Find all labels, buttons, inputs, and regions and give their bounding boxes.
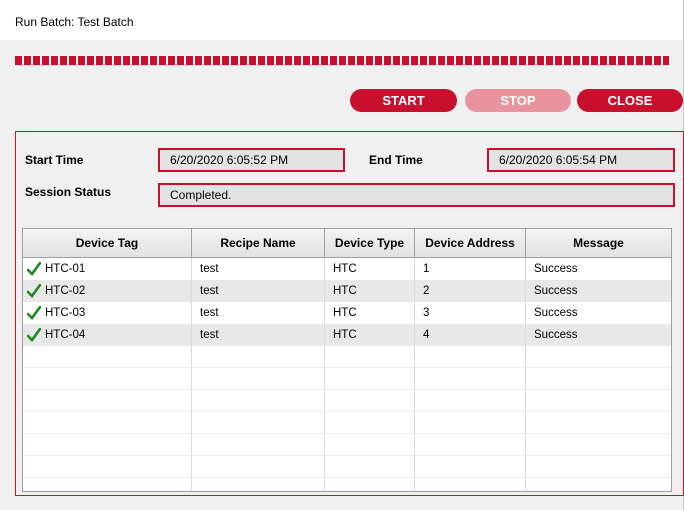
empty-row (23, 412, 671, 434)
device-address-cell: 1 (415, 258, 526, 280)
progress-bar (15, 56, 669, 66)
message-cell: Success (534, 263, 578, 275)
progress-fill (15, 56, 669, 65)
device-type-cell: HTC (325, 280, 415, 302)
column-header-device-address[interactable]: Device Address (415, 229, 526, 257)
empty-row (23, 478, 671, 491)
device-tag-text: HTC-03 (45, 307, 86, 319)
empty-row (23, 456, 671, 478)
start-button[interactable]: START (350, 89, 457, 112)
session-status-label: Session Status (25, 185, 112, 199)
column-header-device-type[interactable]: Device Type (325, 229, 415, 257)
message-cell: Success (534, 307, 578, 319)
device-table: Device Tag Recipe Name Device Type Devic… (22, 228, 672, 492)
close-button[interactable]: CLOSE (577, 89, 683, 112)
device-tag-text: HTC-04 (45, 329, 86, 341)
device-tag-text: HTC-02 (45, 285, 86, 297)
table-row[interactable]: HTC-01 test HTC 1 Success (23, 258, 671, 280)
column-header-recipe-name[interactable]: Recipe Name (192, 229, 325, 257)
device-address-cell: 2 (415, 280, 526, 302)
table-header: Device Tag Recipe Name Device Type Devic… (23, 229, 671, 258)
device-tag-cell: HTC-01 (23, 258, 192, 280)
empty-row (23, 434, 671, 456)
table-row[interactable]: HTC-03 test HTC 3 Success (23, 302, 671, 324)
empty-row (23, 368, 671, 390)
run-batch-window: Run Batch: Test Batch START STOP CLOSE S… (0, 0, 684, 510)
message-cell: Success (534, 329, 578, 341)
message-cell: Success (534, 285, 578, 297)
table-row[interactable]: HTC-02 test HTC 2 Success (23, 280, 671, 302)
device-address-cell: 4 (415, 324, 526, 346)
recipe-name-cell: test (192, 280, 325, 302)
device-address-cell: 3 (415, 302, 526, 324)
recipe-name-cell: test (192, 258, 325, 280)
table-row[interactable]: HTC-04 test HTC 4 Success (23, 324, 671, 346)
device-tag-cell: HTC-02 (23, 280, 192, 302)
device-tag-cell: HTC-03 (23, 302, 192, 324)
device-tag-text: HTC-01 (45, 263, 86, 275)
recipe-name-cell: test (192, 302, 325, 324)
column-header-device-tag[interactable]: Device Tag (23, 229, 192, 257)
checkmark-icon (27, 283, 41, 298)
device-type-cell: HTC (325, 324, 415, 346)
empty-row (23, 390, 671, 412)
start-time-field: 6/20/2020 6:05:52 PM (158, 148, 345, 172)
title-bar: Run Batch: Test Batch (0, 0, 683, 40)
checkmark-icon (27, 261, 41, 276)
device-type-cell: HTC (325, 302, 415, 324)
empty-row (23, 346, 671, 368)
column-header-message[interactable]: Message (526, 229, 671, 257)
checkmark-icon (27, 305, 41, 320)
window-title: Run Batch: Test Batch (15, 15, 134, 29)
start-time-label: Start Time (25, 153, 84, 167)
end-time-field: 6/20/2020 6:05:54 PM (487, 148, 675, 172)
device-type-cell: HTC (325, 258, 415, 280)
recipe-name-cell: test (192, 324, 325, 346)
session-status-field: Completed. (158, 183, 675, 207)
device-tag-cell: HTC-04 (23, 324, 192, 346)
stop-button[interactable]: STOP (465, 89, 571, 112)
checkmark-icon (27, 327, 41, 342)
end-time-label: End Time (369, 153, 423, 167)
